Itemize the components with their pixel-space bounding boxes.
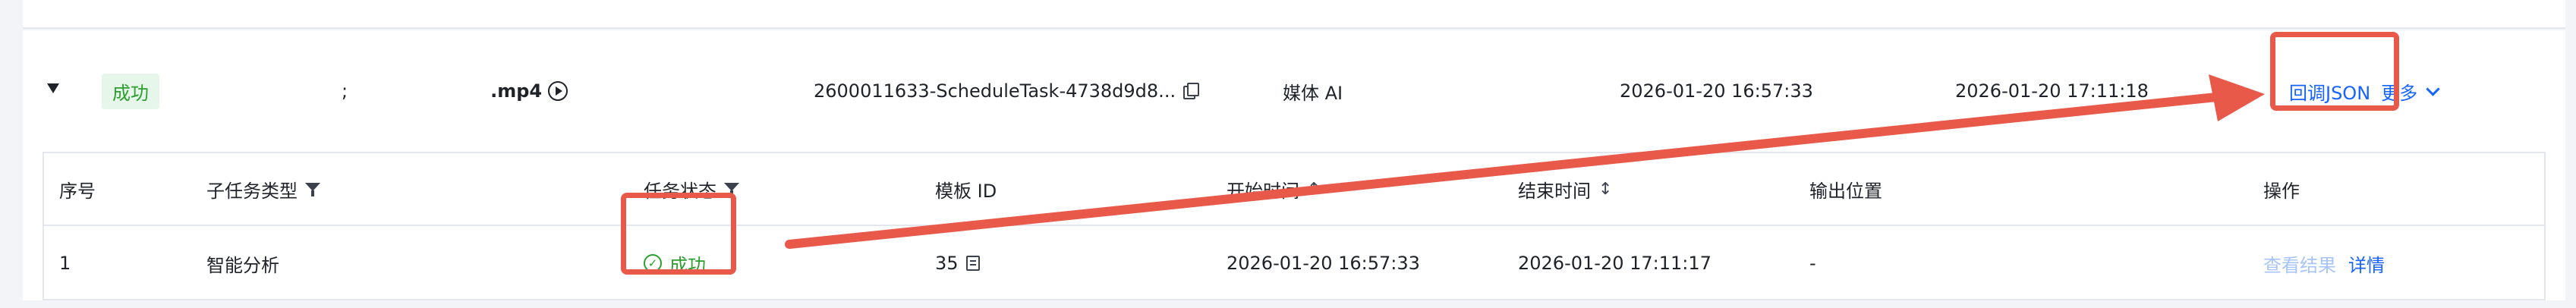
subtask-table-header: 序号 子任务类型 任务状态 模板 ID 开始时间 ↕ 结束时间 ↕ 输出位置 操… (44, 153, 2544, 226)
status-badge: 成功 (102, 73, 159, 109)
col-output-location: 输出位置 (1809, 180, 1882, 202)
view-result-link[interactable]: 查看结果 (2263, 250, 2336, 277)
previous-row-bottom (23, 0, 2565, 29)
table-row: 1 智能分析 ✓ 成功 35 2026-01-20 16:57:33 2026-… (44, 226, 2544, 300)
callback-json-highlight-box (2270, 32, 2399, 111)
details-link[interactable]: 详情 (2348, 250, 2385, 277)
row-index: 1 (59, 253, 71, 274)
task-id: 2600011633-ScheduleTask-4738d9d8... (814, 80, 1176, 102)
col-template-id: 模板 ID (935, 180, 997, 202)
row-subtask-type: 智能分析 (206, 254, 279, 276)
subtask-table: 序号 子任务类型 任务状态 模板 ID 开始时间 ↕ 结束时间 ↕ 输出位置 操… (43, 152, 2546, 300)
chevron-down-icon[interactable] (2426, 81, 2440, 96)
col-end-time: 结束时间 (1518, 180, 1591, 202)
col-actions: 操作 (2263, 180, 2300, 202)
sort-icon[interactable]: ↕ (1598, 180, 1612, 199)
row-output-location: - (1809, 253, 1816, 274)
row-template-id: 35 (935, 253, 959, 274)
collapse-toggle-icon[interactable] (47, 83, 59, 93)
filter-icon[interactable] (305, 181, 320, 196)
copy-icon[interactable] (1183, 83, 1200, 99)
col-index: 序号 (59, 180, 96, 202)
task-type: 媒体 AI (1283, 82, 1343, 104)
task-row: 成功 ; .mp4 2600011633-ScheduleTask-4738d9… (23, 30, 2565, 152)
row-end-time: 2026-01-20 17:11:17 (1518, 253, 1712, 274)
row-start-time: 2026-01-20 16:57:33 (1227, 253, 1420, 274)
file-name-prefix: ; (342, 80, 348, 102)
col-start-time: 开始时间 (1227, 180, 1299, 202)
template-detail-icon[interactable] (965, 256, 980, 271)
status-highlight-box (621, 193, 736, 275)
file-name: ; .mp4 (342, 30, 568, 152)
play-icon[interactable] (548, 81, 568, 101)
task-start-time: 2026-01-20 16:57:33 (1620, 80, 1813, 102)
file-name-suffix: .mp4 (490, 80, 543, 102)
task-end-time: 2026-01-20 17:11:18 (1955, 80, 2149, 102)
sort-icon[interactable]: ↕ (1307, 180, 1321, 199)
col-subtask-type: 子任务类型 (206, 180, 298, 202)
task-card: 成功 ; .mp4 2600011633-ScheduleTask-4738d9… (23, 30, 2565, 300)
